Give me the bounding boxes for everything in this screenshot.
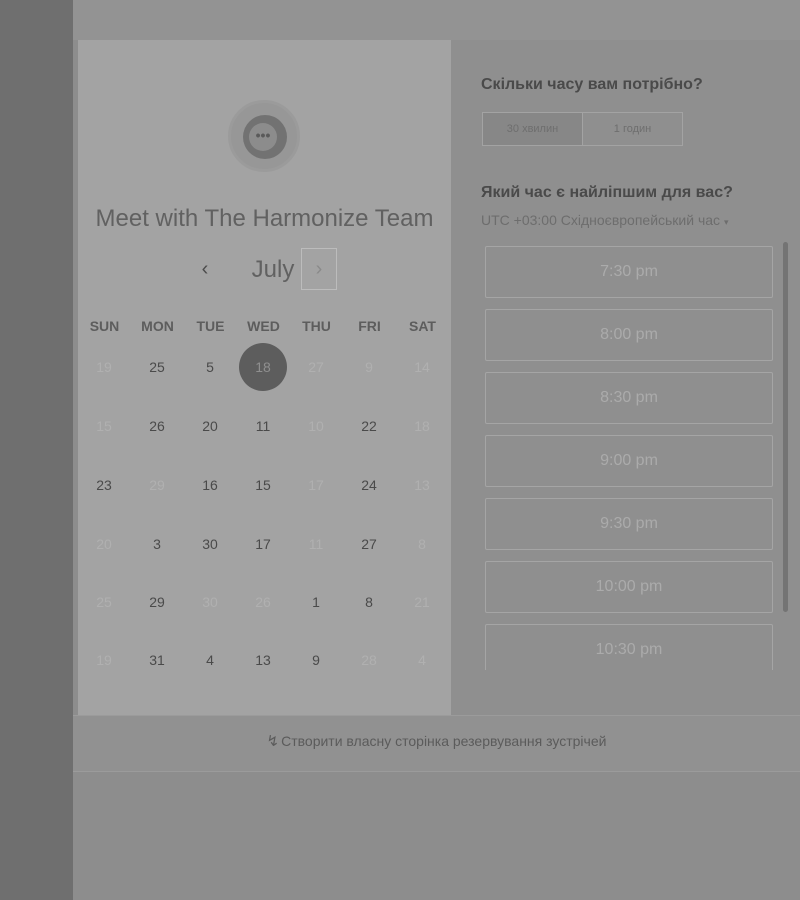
weekday-label: FRI [358, 318, 381, 334]
calendar-day[interactable]: 22 [345, 402, 393, 450]
time-slot-button[interactable]: 8:30 pm [485, 372, 773, 424]
avatar: ••• [228, 100, 300, 172]
time-slot-button[interactable]: 9:00 pm [485, 435, 773, 487]
footer: ↯ Створити власну сторінка резервування з… [73, 715, 800, 772]
calendar-day[interactable]: 13 [239, 636, 287, 684]
calendar-day: 9 [365, 359, 373, 375]
calendar-day[interactable]: 27 [345, 520, 393, 568]
calendar-day[interactable]: 5 [186, 343, 234, 391]
calendar-day[interactable]: 9 [292, 636, 340, 684]
calendar-day[interactable]: 20 [186, 402, 234, 450]
month-nav: ‹ July › [78, 248, 451, 292]
calendar-day: 21 [414, 594, 430, 610]
lightning-icon: ↯ [266, 733, 280, 750]
create-booking-page-link[interactable]: ↯ Створити власну сторінка резервування з… [73, 732, 800, 750]
weekday-label: MON [141, 318, 174, 334]
calendar-day: 11 [308, 536, 324, 552]
duration-option-1hour[interactable]: 1 годин [582, 113, 682, 145]
footer-link-label: Створити власну сторінка резервування зу… [281, 733, 607, 749]
weekday-label: THU [302, 318, 331, 334]
calendar-day[interactable]: 29 [133, 578, 181, 626]
calendar-day[interactable]: 15 [239, 461, 287, 509]
next-month-button[interactable]: › [301, 248, 337, 290]
weekday-header: SUN MON TUE WED THU FRI SAT [78, 318, 451, 338]
calendar-day[interactable]: 23 [80, 461, 128, 509]
weekday-label: TUE [196, 318, 225, 334]
calendar-day: 19 [96, 652, 112, 668]
duration-question: Скільки часу вам потрібно? [481, 76, 703, 93]
calendar-day[interactable]: 17 [239, 520, 287, 568]
avatar-inner: ••• [243, 115, 287, 159]
calendar-day: 26 [255, 594, 271, 610]
booking-panel: Скільки часу вам потрібно? 30 хвилин 1 г… [451, 40, 800, 715]
calendar-day: 8 [418, 536, 426, 552]
duration-option-30min[interactable]: 30 хвилин [483, 113, 582, 145]
prev-month-button[interactable]: ‹ [190, 258, 220, 282]
duration-selector: 30 хвилин 1 годин [482, 112, 683, 146]
chevron-down-icon: ▾ [724, 217, 729, 227]
calendar-day: 15 [96, 418, 112, 434]
time-slot-button[interactable]: 8:00 pm [485, 309, 773, 361]
calendar-day: 29 [149, 477, 165, 493]
calendar-day[interactable]: 16 [186, 461, 234, 509]
calendar-day: 19 [96, 359, 112, 375]
weekday-label: SAT [409, 318, 436, 334]
page-title: Meet with The Harmonize Team [95, 205, 434, 232]
calendar-day[interactable]: 8 [345, 578, 393, 626]
time-slot-button[interactable]: 7:30 pm [485, 246, 773, 298]
left-rail [0, 0, 73, 900]
timezone-label: UTC +03:00 Східноєвропейський час [481, 212, 721, 228]
top-band [73, 0, 800, 40]
calendar-day: 20 [96, 536, 112, 552]
time-slot-button[interactable]: 10:00 pm [485, 561, 773, 613]
calendar-day: 30 [202, 594, 218, 610]
weekday-label: WED [247, 318, 280, 334]
chat-bubble-icon: ••• [249, 123, 277, 151]
time-slot-button[interactable]: 9:30 pm [485, 498, 773, 550]
time-slot-button[interactable]: 10:30 pm [485, 624, 773, 670]
calendar-day: 28 [361, 652, 377, 668]
calendar-day[interactable]: 25 [133, 343, 181, 391]
calendar-day[interactable]: 30 [186, 520, 234, 568]
calendar-day[interactable]: 3 [133, 520, 181, 568]
calendar-day[interactable]: 31 [133, 636, 181, 684]
calendar-day: 10 [308, 418, 324, 434]
calendar-day[interactable]: 1 [292, 578, 340, 626]
calendar-day[interactable]: 11 [239, 402, 287, 450]
calendar-day: 4 [418, 652, 426, 668]
weekday-label: SUN [89, 318, 120, 334]
scrollbar[interactable] [783, 242, 788, 612]
calendar-day: 27 [308, 359, 324, 375]
calendar-day: 17 [308, 477, 324, 493]
calendar-day[interactable]: 24 [345, 461, 393, 509]
calendar-day[interactable]: 26 [133, 402, 181, 450]
time-question: Який час є найліпшим для вас? [481, 184, 733, 201]
timezone-select[interactable]: UTC +03:00 Східноєвропейський час ▾ [481, 212, 729, 228]
calendar-day: 13 [414, 477, 430, 493]
calendar-day-selected[interactable]: 18 [239, 343, 287, 391]
calendar-panel: ••• Meet with The Harmonize Team ‹ July … [78, 40, 451, 715]
calendar-day: 14 [414, 359, 430, 375]
calendar-day[interactable]: 4 [186, 636, 234, 684]
calendar-day: 25 [96, 594, 112, 610]
calendar-day: 18 [414, 418, 430, 434]
time-slot-list: 7:30 pm 8:00 pm 8:30 pm 9:00 pm 9:30 pm 10:00… [485, 246, 775, 670]
